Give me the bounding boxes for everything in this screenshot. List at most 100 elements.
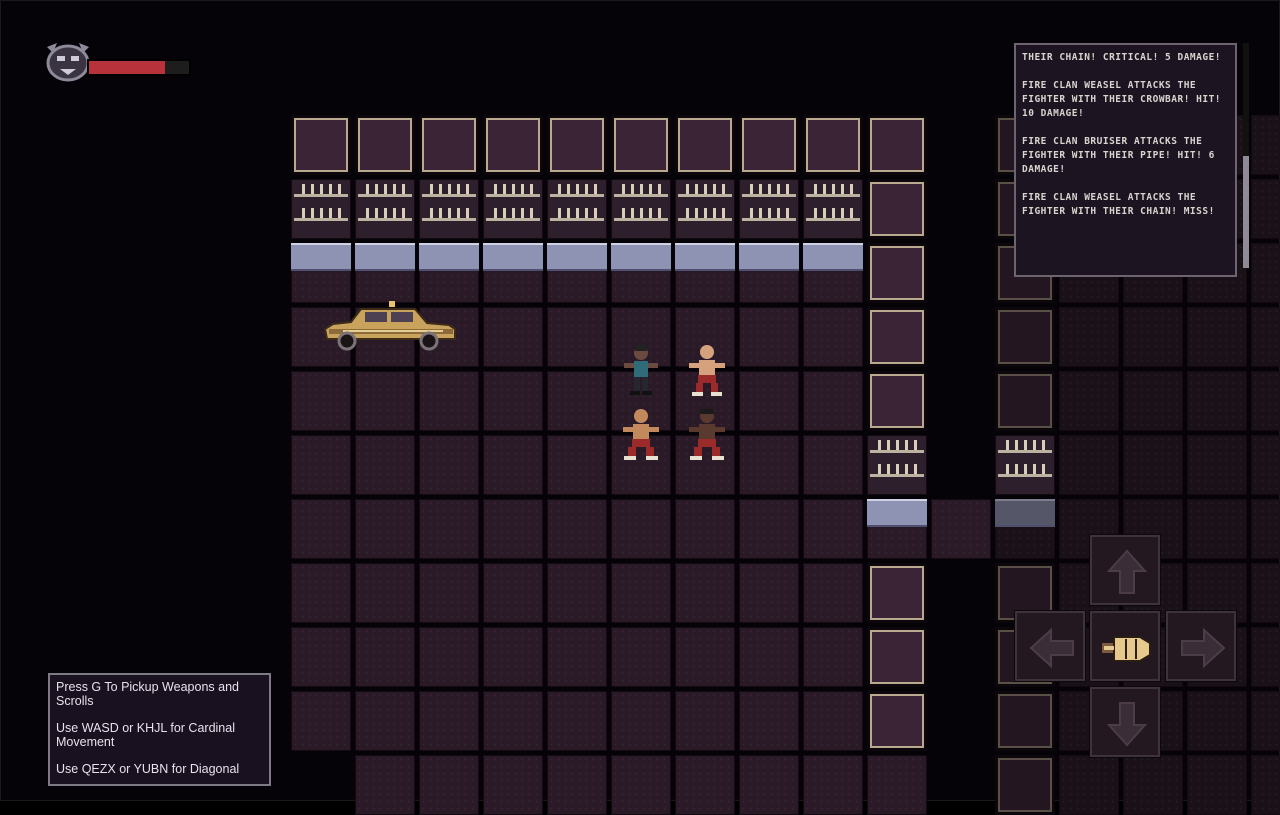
railing-post [722,208,725,218]
floor-tile [291,371,351,431]
floor-tile [803,627,863,687]
log-entry: Their chain! Critical! 5 damage! [1022,52,1222,63]
railing-bar [678,218,732,221]
railing [739,179,799,239]
wall-block [995,755,1055,815]
railing-post [466,184,469,194]
fighter-player[interactable] [615,341,667,401]
floor-tile [803,371,863,431]
help-cardinal: Use WASD or KHJL for Cardinal Movement [56,721,235,749]
railing-post [430,184,433,194]
floor-tile [1123,307,1183,367]
floor-tile [1251,435,1280,495]
railing-post [494,208,497,218]
wall-block [867,115,927,175]
floor-tile [355,627,415,687]
railing-post [896,440,899,450]
floor-tile [675,499,735,559]
railing-post [457,184,460,194]
floor-tile [483,691,543,751]
wall-block [867,243,927,303]
railing-post [850,184,853,194]
railing-bar [550,218,604,221]
sidewalk-curb [419,243,479,271]
railing-post [393,184,396,194]
railing-post [439,208,442,218]
fire-clan-weasel[interactable] [681,405,733,465]
arrow-left-icon [1029,627,1074,669]
fire-clan-bruiser[interactable] [681,341,733,401]
railing-bar [294,218,348,221]
railing-bar [358,218,412,221]
railing-post [558,184,561,194]
move-up-button[interactable] [1089,534,1161,606]
wall-block [995,307,1055,367]
railing-bar [614,194,668,197]
railing-post [329,208,332,218]
floor-tile [1123,371,1183,431]
floor-tile [867,755,927,815]
floor-tile [483,307,543,367]
floor-tile [355,499,415,559]
floor-tile [803,691,863,751]
railing-post [768,184,771,194]
railing [867,435,927,495]
help-pickup: Press G To Pickup Weapons and Scrolls [56,680,239,708]
floor-tile [1187,371,1247,431]
fire-clan-brawler[interactable] [615,405,667,465]
floor-tile [547,755,607,815]
floor-tile [547,563,607,623]
railing [547,179,607,239]
floor-tile [739,627,799,687]
floor-tile [675,691,735,751]
sidewalk-curb [483,243,543,271]
floor-tile [803,563,863,623]
move-down-button[interactable] [1089,686,1161,758]
move-right-button[interactable] [1165,610,1237,682]
railing-bar [870,474,924,477]
floor-tile [355,563,415,623]
railing-bar [358,194,412,197]
move-left-button[interactable] [1014,610,1086,682]
controls-help-panel: Press G To Pickup Weapons and Scrolls Us… [48,673,271,786]
railing-post [722,184,725,194]
railing-post [896,464,899,474]
railing-post [686,184,689,194]
sidewalk-curb [675,243,735,271]
railing-post [640,184,643,194]
floor-tile [419,435,479,495]
floor-tile [931,499,991,559]
sidewalk-curb [291,243,351,271]
floor-tile [803,435,863,495]
game-screen[interactable]: Their chain! Critical! 5 damage! Fire Cl… [0,0,1280,815]
combat-log[interactable]: Their chain! Critical! 5 damage! Fire Cl… [1014,43,1237,277]
floor-tile [1251,371,1280,431]
railing-post [832,184,835,194]
railing-post [320,208,323,218]
floor-tile [1251,499,1280,559]
attack-button[interactable] [1089,610,1161,682]
log-scrollbar-thumb[interactable] [1243,156,1249,268]
railing-bar [678,194,732,197]
sidewalk-curb [995,499,1055,527]
wall-block [867,691,927,751]
railing-post [594,208,597,218]
floor-tile [1251,627,1280,687]
floor-tile [1059,755,1119,815]
wall-block [419,115,479,175]
floor-tile [1251,691,1280,751]
floor-tile [1059,307,1119,367]
wall-block [867,627,927,687]
floor-tile [483,371,543,431]
railing-bar [486,194,540,197]
railing-bar [806,218,860,221]
floor-tile [547,371,607,431]
railing-post [311,184,314,194]
railing-post [466,208,469,218]
railing-post [338,208,341,218]
floor-tile [1187,755,1247,815]
railing-post [558,208,561,218]
railing-post [1006,464,1009,474]
floor-tile [547,435,607,495]
floor-tile [483,627,543,687]
